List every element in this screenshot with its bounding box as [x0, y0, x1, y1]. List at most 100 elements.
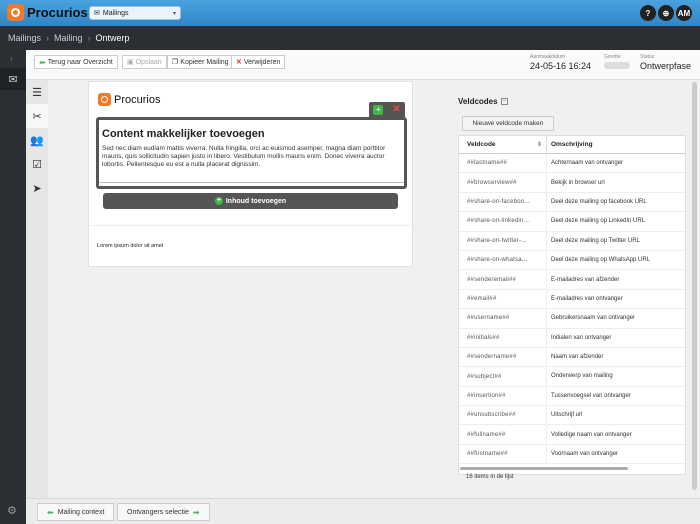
- sidebar-item-list[interactable]: ☰: [26, 80, 48, 104]
- table-row[interactable]: ##browserview## Bekijk in browser url: [459, 173, 685, 193]
- search-button[interactable]: ⊕: [658, 5, 674, 21]
- description-cell: Achternaam van ontvanger: [551, 160, 624, 167]
- app-logo[interactable]: Procurios: [7, 4, 88, 21]
- description-cell: Gebruikersnaam van ontvanger: [551, 315, 636, 322]
- arrow-left-icon: ⬅: [47, 507, 54, 517]
- description-cell: Naam van afzender: [551, 354, 604, 361]
- table-row[interactable]: ##initials## Initialen van ontvanger: [459, 328, 685, 348]
- add-block-icon[interactable]: +: [373, 104, 384, 115]
- mail-logo-text: Procurios: [114, 93, 161, 106]
- fieldcodes-panel: Veldcodes − Nieuwe veldcode maken Veldco…: [458, 81, 688, 501]
- size-caption: Grootte: [604, 54, 621, 60]
- table-row[interactable]: ##share-on-whatsa... Deel deze mailing op…: [459, 250, 685, 271]
- procurios-logo-icon: [98, 93, 111, 106]
- help-button[interactable]: ?: [640, 5, 656, 21]
- table-row[interactable]: ##subject## Onderwerp van mailing: [459, 367, 685, 387]
- table-row[interactable]: ##insertion## Tussenvoegsel van ontvanger: [459, 386, 685, 407]
- status-caption: Status: [640, 54, 655, 60]
- status-indicator: Status Ontwerpfase: [640, 54, 691, 71]
- procurios-logo-icon: [7, 4, 24, 21]
- copy-icon: ❐: [172, 59, 179, 66]
- top-bar: Procurios ✉ Mailings ▾ ? ⊕ AM: [0, 0, 700, 26]
- breadcrumb-item-mailing[interactable]: Mailing: [54, 33, 83, 43]
- editor-sidebar: ☰ ✂ 👥 ☑ ➤: [26, 80, 48, 500]
- list-icon: ☰: [32, 86, 42, 99]
- fieldcode-cell: ##insertion##: [459, 386, 547, 406]
- next-step-button[interactable]: Ontvangers selectie ➡: [117, 503, 210, 521]
- settings-gear-icon[interactable]: ⚙: [7, 504, 17, 517]
- content-body[interactable]: Sed nec diam eudiam mattis viverra. Null…: [102, 145, 401, 169]
- table-body: ##lastname## Achternaam van ontvanger ##br…: [459, 153, 685, 465]
- collapse-icon[interactable]: −: [500, 98, 508, 105]
- save-label: Opslaan: [135, 58, 162, 66]
- description-cell: Onderwerp van mailing: [551, 373, 613, 380]
- table-row[interactable]: ##fullname## Volledige naam van ontvanger: [459, 425, 685, 445]
- fieldcode-cell: ##share-on-faceboo...: [459, 192, 547, 212]
- previous-step-button[interactable]: ⬅ Mailing context: [37, 503, 115, 521]
- description-cell: Uitschrijf url: [551, 412, 583, 419]
- fieldcode-cell: ##browserview##: [459, 173, 547, 193]
- user-avatar[interactable]: AM: [676, 5, 692, 21]
- save-button[interactable]: ▣ Opslaan: [122, 55, 167, 69]
- module-selector[interactable]: ✉ Mailings ▾: [89, 6, 181, 20]
- table-row[interactable]: ##share-on-twitter-... Deel deze mailing …: [459, 231, 685, 251]
- column-header-description[interactable]: Omschrijving: [547, 141, 593, 148]
- table-row[interactable]: ##senderemail## E-mailadres van afzender: [459, 270, 685, 290]
- fieldcodes-title-text: Veldcodes: [458, 97, 498, 106]
- creation-date: Aanmaakdatum 24-05-16 16:24: [530, 54, 591, 71]
- sidebar-item-send[interactable]: ➤: [26, 176, 48, 200]
- back-to-overview-button[interactable]: ⬅ Terug naar Overzicht: [34, 55, 118, 69]
- mail-logo: Procurios: [98, 93, 160, 106]
- copy-mailing-button[interactable]: ❐ Kopieer Mailing: [167, 55, 234, 69]
- sidebar-item-mail[interactable]: ✉: [0, 68, 26, 90]
- copy-mailing-label: Kopieer Mailing: [180, 58, 229, 66]
- table-row[interactable]: ##lastname## Achternaam van ontvanger: [459, 153, 685, 174]
- arrow-left-icon: ⬅: [39, 57, 46, 67]
- table-row[interactable]: ##sendername## Naam van afzender: [459, 347, 685, 368]
- delete-label: Verwijderen: [243, 58, 281, 66]
- table-row[interactable]: ##share-on-linkedin... Deel deze mailing …: [459, 211, 685, 232]
- fieldcode-cell: ##initials##: [459, 328, 547, 348]
- table-header: Veldcode ⬍ Omschrijving: [459, 136, 685, 154]
- items-count: 16 items in de lijst: [466, 474, 514, 480]
- table-row[interactable]: ##firstname## Voornaam van ontvanger: [459, 444, 685, 465]
- table-row[interactable]: ##email## E-mailadres van ontvanger: [459, 289, 685, 310]
- breadcrumb-separator: ›: [87, 33, 91, 43]
- arrow-right-icon: ➡: [192, 507, 200, 517]
- new-fieldcode-button[interactable]: Nieuwe veldcode maken: [462, 116, 554, 131]
- sidebar-item-checklist[interactable]: ☑: [26, 152, 48, 176]
- paper-plane-icon: ➤: [32, 182, 42, 195]
- description-cell: E-mailadres van ontvanger: [551, 295, 623, 302]
- description-cell: Voornaam van ontvanger: [551, 451, 619, 458]
- content-block[interactable]: Content makkelijker toevoegen Sed nec di…: [96, 117, 407, 189]
- table-row[interactable]: ##unsubscribe## Uitschrijf url: [459, 405, 685, 426]
- clipboard-check-icon: ☑: [32, 158, 42, 171]
- expand-sidebar-icon[interactable]: ›: [10, 54, 13, 63]
- main-sidebar: › ✉ ⚙: [0, 50, 26, 524]
- add-content-button[interactable]: + Inhoud toevoegen: [103, 193, 398, 209]
- vertical-scrollbar[interactable]: [692, 82, 697, 490]
- horizontal-scrollbar[interactable]: [460, 467, 628, 470]
- bottom-bar: ⬅ Mailing context Ontvangers selectie ➡: [26, 498, 700, 524]
- column-header-code[interactable]: Veldcode ⬍: [459, 136, 547, 154]
- sidebar-item-recipients[interactable]: 👥: [26, 128, 48, 152]
- section-divider: [89, 225, 412, 226]
- status-value: Ontwerpfase: [640, 61, 692, 71]
- fieldcode-cell: ##sendername##: [459, 347, 547, 367]
- remove-block-icon[interactable]: ✕: [392, 104, 400, 115]
- sort-icon: ⬍: [536, 142, 542, 148]
- description-cell: Deel deze mailing op facebook URL: [551, 198, 647, 205]
- table-row[interactable]: ##share-on-faceboo... Deel deze mailing o…: [459, 192, 685, 213]
- table-row[interactable]: ##username## Gebruikersnaam van ontvanger: [459, 308, 685, 329]
- sidebar-item-design[interactable]: ✂: [26, 104, 48, 128]
- mail-icon: ✉: [94, 10, 100, 17]
- delete-button[interactable]: ✕ Verwijderen: [231, 55, 286, 69]
- mail-design-canvas: Procurios + ✕ Content makkelijker toevoe…: [88, 81, 413, 267]
- back-to-overview-label: Terug naar Overzicht: [47, 58, 113, 66]
- breadcrumb-item-mailings[interactable]: Mailings: [8, 33, 41, 43]
- description-cell: Bekijk in browser url: [551, 179, 605, 186]
- delete-x-icon: ✕: [236, 59, 242, 66]
- content-heading[interactable]: Content makkelijker toevoegen: [102, 128, 401, 140]
- fieldcode-cell: ##share-on-whatsa...: [459, 250, 547, 270]
- lorem-text[interactable]: Lorem ipsum dolor sit amet: [97, 243, 163, 249]
